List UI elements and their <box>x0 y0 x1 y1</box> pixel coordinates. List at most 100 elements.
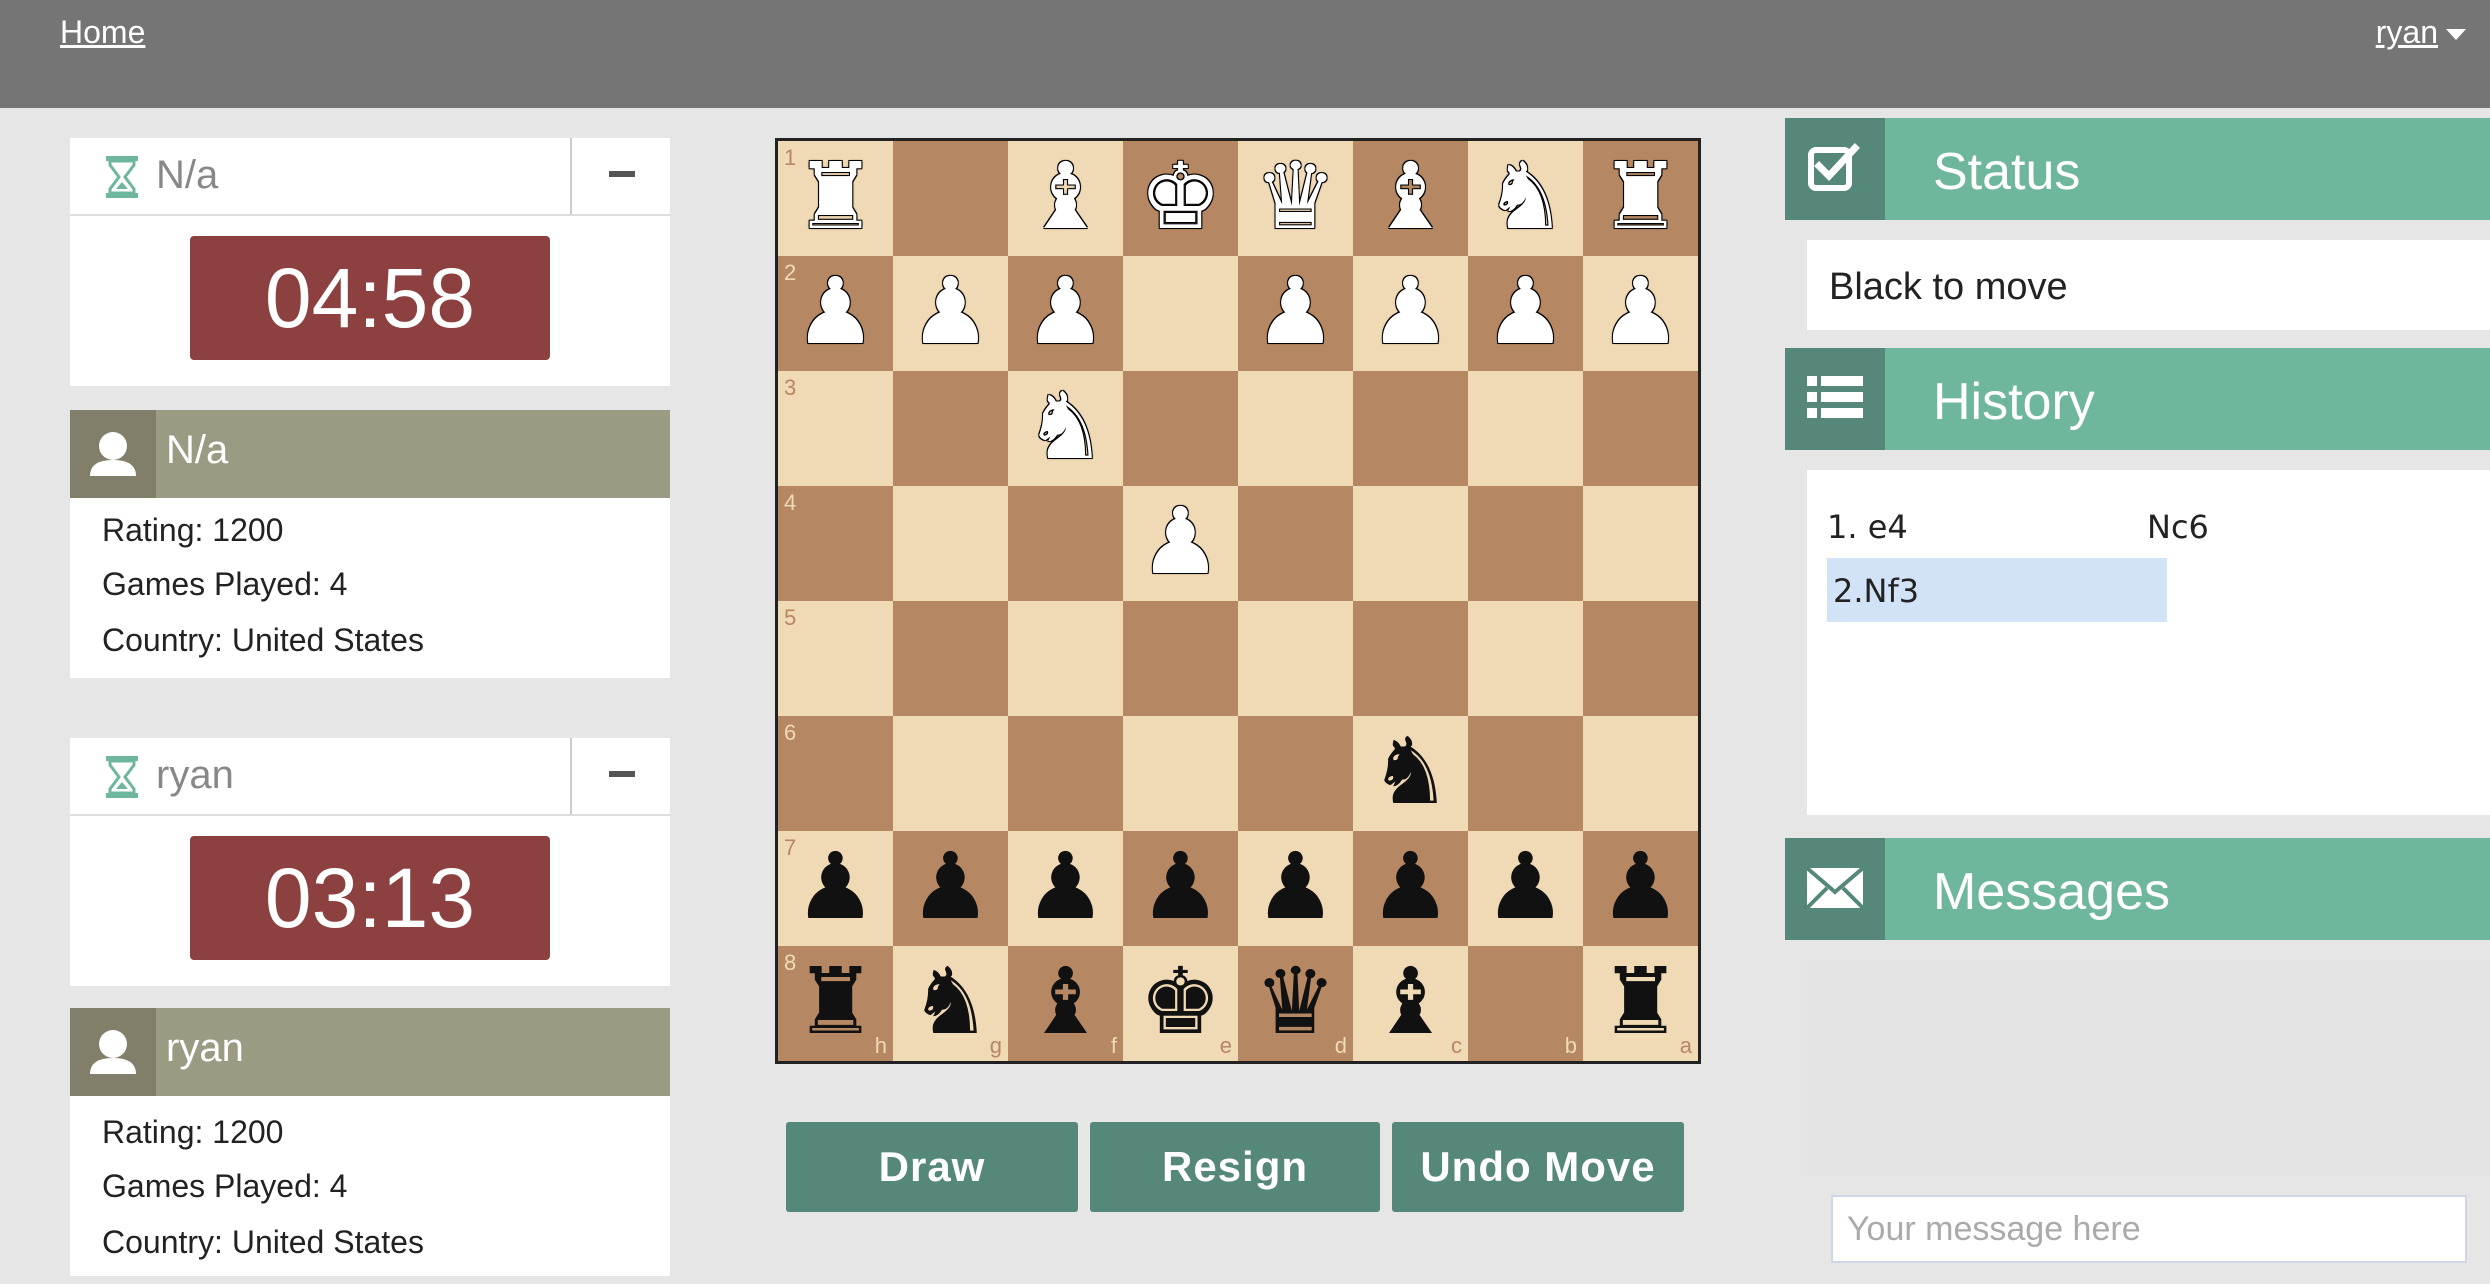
black-king-icon[interactable]: ♚ <box>1123 946 1238 1061</box>
history-move[interactable]: 1. e4 <box>1827 508 1908 546</box>
white-bishop-icon[interactable]: ♝ <box>1008 141 1123 256</box>
black-pawn-icon[interactable]: ♟ <box>1238 831 1353 946</box>
board-square[interactable]: 2 ♟ <box>778 256 893 371</box>
black-pawn-icon[interactable]: ♟ <box>1353 831 1468 946</box>
board-square[interactable]: 8 h ♜ <box>778 946 893 1061</box>
black-pawn-icon[interactable]: ♟ <box>1468 831 1583 946</box>
board-square[interactable]: 4 <box>778 486 893 601</box>
board-square[interactable] <box>893 486 1008 601</box>
resign-button[interactable]: Resign <box>1090 1122 1380 1212</box>
board-square[interactable] <box>1468 486 1583 601</box>
board-square[interactable]: ♞ <box>1353 716 1468 831</box>
white-rook-icon[interactable]: ♜ <box>1583 141 1698 256</box>
board-square[interactable] <box>1238 371 1353 486</box>
board-square[interactable]: ♞ <box>1008 371 1123 486</box>
user-menu[interactable]: ryan <box>2376 14 2466 51</box>
board-square[interactable] <box>1353 601 1468 716</box>
black-knight-icon[interactable]: ♞ <box>1353 716 1468 831</box>
history-move[interactable]: 2.Nf3 <box>1833 572 1919 610</box>
black-pawn-icon[interactable]: ♟ <box>893 831 1008 946</box>
board-square[interactable] <box>1468 716 1583 831</box>
board-square[interactable] <box>1583 601 1698 716</box>
undo-move-button[interactable]: Undo Move <box>1392 1122 1684 1212</box>
white-bishop-icon[interactable]: ♝ <box>1353 141 1468 256</box>
board-square[interactable]: ♟ <box>1123 486 1238 601</box>
board-square[interactable]: f ♝ <box>1008 946 1123 1061</box>
board-square[interactable]: ♟ <box>893 831 1008 946</box>
white-pawn-icon[interactable]: ♟ <box>1353 256 1468 371</box>
black-pawn-icon[interactable]: ♟ <box>1008 831 1123 946</box>
board-square[interactable] <box>893 141 1008 256</box>
minimize-button[interactable] <box>573 138 670 214</box>
board-square[interactable]: ♞ <box>1468 141 1583 256</box>
white-pawn-icon[interactable]: ♟ <box>893 256 1008 371</box>
board-square[interactable]: ♜ <box>1583 141 1698 256</box>
board-square[interactable] <box>1468 601 1583 716</box>
board-square[interactable]: ♟ <box>893 256 1008 371</box>
black-rook-icon[interactable]: ♜ <box>778 946 893 1061</box>
board-square[interactable]: ♟ <box>1238 256 1353 371</box>
board-square[interactable]: ♟ <box>1238 831 1353 946</box>
black-pawn-icon[interactable]: ♟ <box>1123 831 1238 946</box>
board-square[interactable] <box>1353 486 1468 601</box>
white-pawn-icon[interactable]: ♟ <box>1468 256 1583 371</box>
board-square[interactable]: e ♚ <box>1123 946 1238 1061</box>
white-king-icon[interactable]: ♚ <box>1123 141 1238 256</box>
board-square[interactable]: d ♛ <box>1238 946 1353 1061</box>
board-square[interactable] <box>1238 716 1353 831</box>
board-square[interactable]: ♟ <box>1353 831 1468 946</box>
board-square[interactable] <box>1008 716 1123 831</box>
white-knight-icon[interactable]: ♞ <box>1468 141 1583 256</box>
board-square[interactable]: 1 ♜ <box>778 141 893 256</box>
board-square[interactable] <box>1583 371 1698 486</box>
board-square[interactable] <box>1238 601 1353 716</box>
board-square[interactable] <box>893 371 1008 486</box>
board-square[interactable]: 5 <box>778 601 893 716</box>
board-square[interactable] <box>1123 371 1238 486</box>
board-square[interactable]: ♟ <box>1468 831 1583 946</box>
board-square[interactable] <box>1008 486 1123 601</box>
home-link[interactable]: Home <box>60 14 145 51</box>
white-queen-icon[interactable]: ♛ <box>1238 141 1353 256</box>
board-square[interactable]: ♛ <box>1238 141 1353 256</box>
black-knight-icon[interactable]: ♞ <box>893 946 1008 1061</box>
board-square[interactable]: a ♜ <box>1583 946 1698 1061</box>
black-pawn-icon[interactable]: ♟ <box>1583 831 1698 946</box>
board-square[interactable]: ♝ <box>1353 141 1468 256</box>
board-square[interactable]: ♟ <box>1583 256 1698 371</box>
board-square[interactable]: 7 ♟ <box>778 831 893 946</box>
white-rook-icon[interactable]: ♜ <box>778 141 893 256</box>
history-move[interactable]: Nc6 <box>2147 508 2209 546</box>
board-square[interactable] <box>1583 716 1698 831</box>
black-queen-icon[interactable]: ♛ <box>1238 946 1353 1061</box>
board-square[interactable]: 6 <box>778 716 893 831</box>
board-square[interactable] <box>1353 371 1468 486</box>
black-pawn-icon[interactable]: ♟ <box>778 831 893 946</box>
black-rook-icon[interactable]: ♜ <box>1583 946 1698 1061</box>
board-square[interactable] <box>893 601 1008 716</box>
board-square[interactable]: g ♞ <box>893 946 1008 1061</box>
board-square[interactable]: ♟ <box>1008 256 1123 371</box>
board-square[interactable]: 3 <box>778 371 893 486</box>
board-square[interactable] <box>1008 601 1123 716</box>
black-bishop-icon[interactable]: ♝ <box>1353 946 1468 1061</box>
white-pawn-icon[interactable]: ♟ <box>778 256 893 371</box>
board-square[interactable] <box>1468 371 1583 486</box>
minimize-button[interactable] <box>573 738 670 814</box>
board-square[interactable]: ♚ <box>1123 141 1238 256</box>
black-bishop-icon[interactable]: ♝ <box>1008 946 1123 1061</box>
board-square[interactable]: ♟ <box>1583 831 1698 946</box>
board-square[interactable]: ♝ <box>1008 141 1123 256</box>
white-pawn-icon[interactable]: ♟ <box>1583 256 1698 371</box>
white-pawn-icon[interactable]: ♟ <box>1008 256 1123 371</box>
white-knight-icon[interactable]: ♞ <box>1008 371 1123 486</box>
board-square[interactable]: c ♝ <box>1353 946 1468 1061</box>
board-square[interactable] <box>893 716 1008 831</box>
draw-button[interactable]: Draw <box>786 1122 1078 1212</box>
board-square[interactable] <box>1123 256 1238 371</box>
board-square[interactable]: ♟ <box>1123 831 1238 946</box>
message-input[interactable] <box>1831 1195 2467 1263</box>
board-square[interactable]: b <box>1468 946 1583 1061</box>
board-square[interactable]: ♟ <box>1468 256 1583 371</box>
board-square[interactable]: ♟ <box>1353 256 1468 371</box>
